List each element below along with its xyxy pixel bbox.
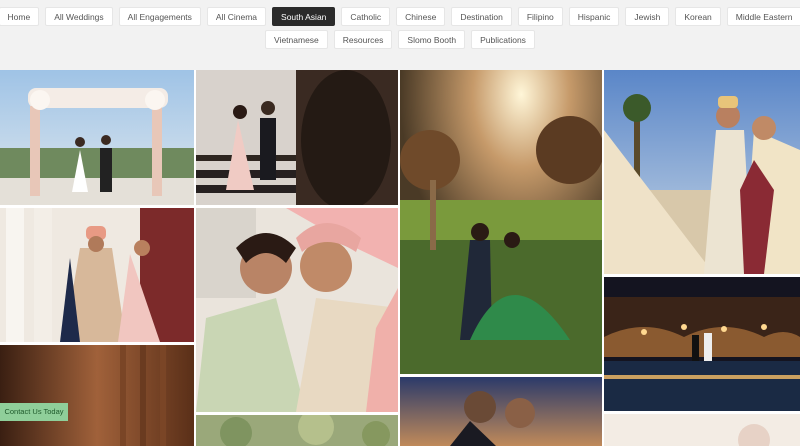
gallery-photo-sunlit-garden[interactable]	[400, 70, 602, 374]
gallery-photo-veil-beach[interactable]	[604, 70, 800, 274]
gallery-photo-garden-bottom[interactable]	[196, 415, 398, 446]
photo-gallery-grid: Contact Us Today	[0, 70, 800, 446]
category-filter-bar: Home All Weddings All Engagements All Ci…	[0, 0, 800, 70]
gallery-photo-dusk-kiss[interactable]	[400, 377, 602, 446]
filter-row-2: Vietnamese Resources Slomo Booth Publica…	[0, 30, 800, 49]
gallery-photo-wood-interior[interactable]	[0, 345, 194, 446]
filter-home[interactable]: Home	[0, 7, 40, 26]
filter-destination[interactable]: Destination	[451, 7, 512, 26]
filter-korean[interactable]: Korean	[675, 7, 721, 26]
filter-publications[interactable]: Publications	[471, 30, 535, 49]
gallery-photo-couple-columns[interactable]	[0, 208, 194, 342]
filter-jewish[interactable]: Jewish	[625, 7, 670, 26]
filter-row-1: Home All Weddings All Engagements All Ci…	[0, 7, 800, 26]
filter-vietnamese[interactable]: Vietnamese	[265, 30, 328, 49]
filter-resources[interactable]: Resources	[333, 30, 393, 49]
filter-hispanic[interactable]: Hispanic	[568, 7, 620, 26]
filter-all-engagements[interactable]: All Engagements	[118, 7, 201, 26]
filter-south-asian[interactable]: South Asian	[272, 7, 336, 26]
filter-catholic[interactable]: Catholic	[341, 7, 391, 26]
gallery-photo-stairs[interactable]	[196, 70, 398, 205]
gallery-photo-embrace[interactable]	[196, 208, 398, 412]
filter-middle-eastern[interactable]: Middle Eastern	[726, 7, 800, 26]
filter-chinese[interactable]: Chinese	[396, 7, 446, 26]
filter-all-weddings[interactable]: All Weddings	[45, 7, 113, 26]
gallery-photo-light-bottom[interactable]	[604, 414, 800, 446]
gallery-photo-floral-arch[interactable]	[0, 70, 194, 205]
contact-us-today-button[interactable]: Contact Us Today	[0, 403, 68, 421]
gallery-photo-night-pool[interactable]	[604, 277, 800, 411]
filter-slomo-booth[interactable]: Slomo Booth	[398, 30, 466, 49]
filter-all-cinema[interactable]: All Cinema	[206, 7, 267, 26]
filter-filipino[interactable]: Filipino	[517, 7, 563, 26]
